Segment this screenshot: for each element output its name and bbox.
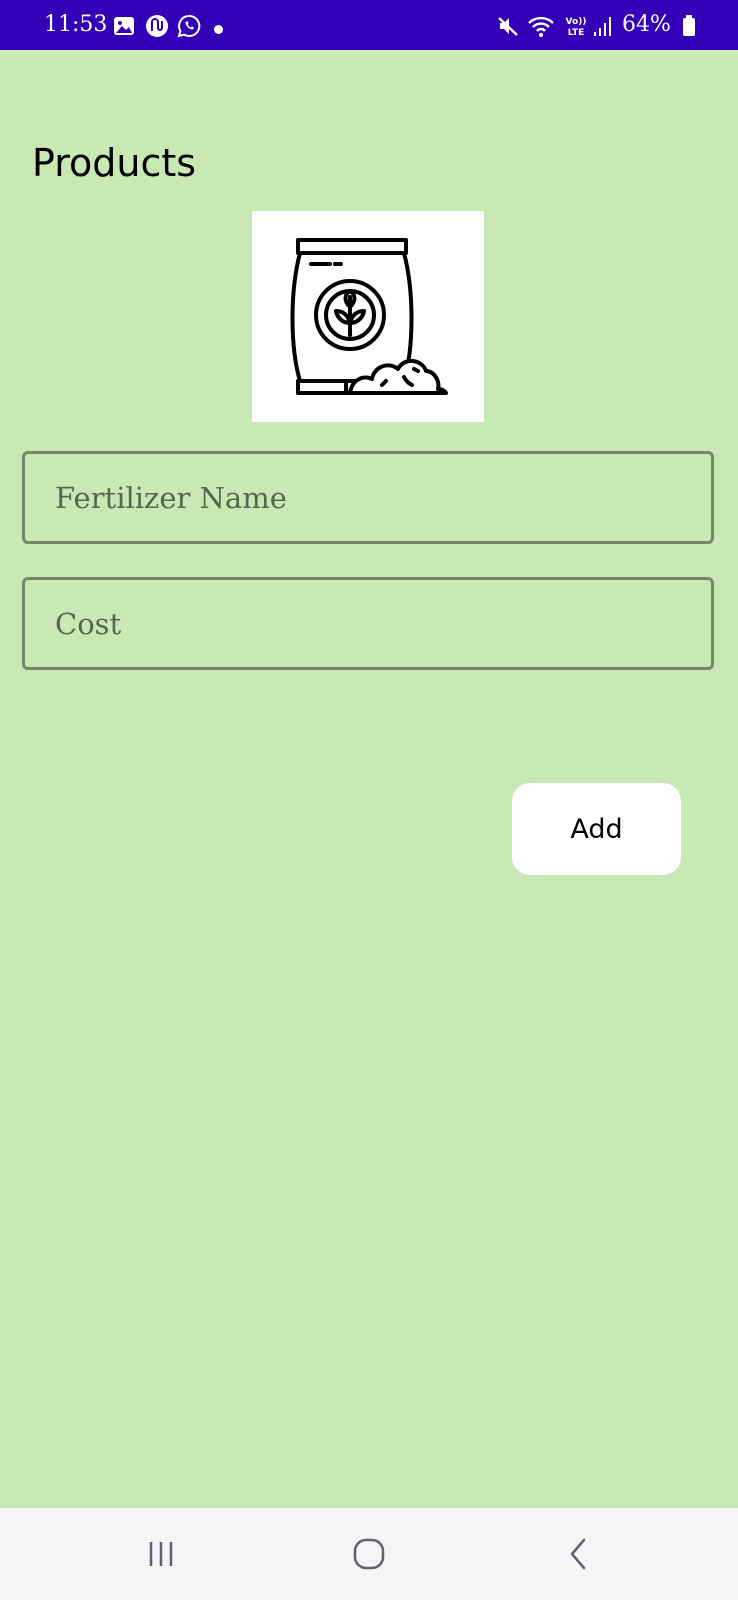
recent-apps-icon[interactable] bbox=[133, 1526, 193, 1582]
wifi-icon bbox=[527, 14, 555, 38]
mute-icon bbox=[496, 14, 520, 38]
add-button[interactable]: Add bbox=[512, 783, 681, 875]
navigation-bar bbox=[0, 1508, 738, 1600]
back-icon[interactable] bbox=[548, 1526, 608, 1582]
status-time: 11:53 bbox=[44, 12, 108, 37]
battery-percentage: 64% bbox=[622, 12, 671, 37]
gallery-icon bbox=[112, 14, 136, 38]
cost-input[interactable] bbox=[25, 580, 711, 667]
svg-text:Vo)): Vo)) bbox=[566, 17, 587, 27]
battery-icon bbox=[682, 14, 696, 38]
status-bar: 11:53 Vo)) LTE 64% bbox=[0, 0, 738, 50]
signal-icon bbox=[592, 14, 614, 38]
svg-text:LTE: LTE bbox=[568, 28, 585, 38]
whatsapp-icon bbox=[177, 14, 201, 38]
cost-field[interactable] bbox=[22, 577, 714, 670]
page-title: Products bbox=[32, 141, 197, 185]
notification-dot bbox=[214, 25, 223, 34]
volte-lte-icon: Vo)) LTE bbox=[562, 14, 590, 38]
fertilizer-name-field[interactable] bbox=[22, 451, 714, 544]
fertilizer-name-input[interactable] bbox=[25, 454, 711, 541]
home-icon[interactable] bbox=[339, 1526, 399, 1582]
app-icon bbox=[145, 14, 169, 38]
fertilizer-bag-icon bbox=[252, 211, 484, 422]
